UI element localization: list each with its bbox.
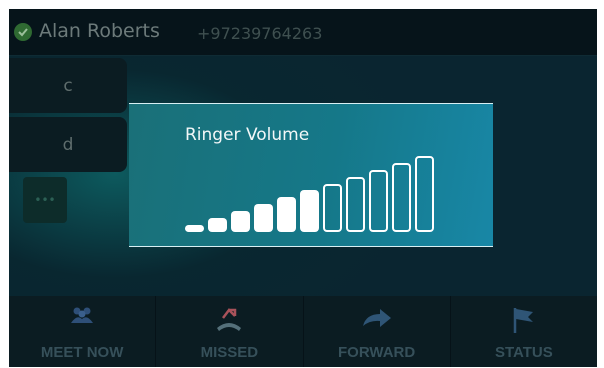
volume-bar	[392, 163, 411, 232]
presence-check-icon	[14, 23, 32, 41]
volume-meter[interactable]	[129, 104, 493, 246]
status-button[interactable]: STATUS	[450, 296, 597, 367]
status-label: STATUS	[494, 344, 553, 361]
meet-now-label: MEET NOW	[40, 344, 124, 361]
more-button[interactable]: •••	[23, 177, 67, 223]
volume-bar	[369, 170, 388, 232]
dial-key-d[interactable]: d	[9, 117, 127, 172]
missed-button[interactable]: MISSED	[156, 296, 304, 367]
volume-bar	[208, 218, 227, 232]
user-number: +97239764263	[197, 24, 323, 43]
ringer-volume-popup: Ringer Volume	[129, 103, 493, 247]
volume-bar	[323, 184, 342, 232]
volume-bar	[185, 225, 204, 232]
forward-label: FORWARD	[338, 344, 416, 361]
flag-icon	[511, 306, 537, 338]
header-bar: Alan Roberts +97239764263	[9, 9, 597, 56]
softkey-bar: MEET NOW MISSED FORWARD STATUS	[9, 296, 597, 367]
forward-button[interactable]: FORWARD	[303, 296, 451, 367]
people-icon	[69, 306, 95, 330]
phone-screen: Alan Roberts +97239764263 c d ••• MEET N…	[9, 9, 597, 367]
missed-label: MISSED	[200, 344, 259, 361]
user-name: Alan Roberts	[39, 20, 160, 42]
volume-bar	[415, 156, 434, 232]
volume-bar	[277, 197, 296, 232]
dial-key-c[interactable]: c	[9, 58, 127, 113]
volume-bar	[346, 177, 365, 232]
forward-arrow-icon	[360, 306, 394, 334]
volume-bar	[300, 190, 319, 232]
missed-call-icon	[214, 306, 244, 336]
volume-bar	[231, 211, 250, 232]
volume-bar	[254, 204, 273, 232]
meet-now-button[interactable]: MEET NOW	[9, 296, 157, 367]
